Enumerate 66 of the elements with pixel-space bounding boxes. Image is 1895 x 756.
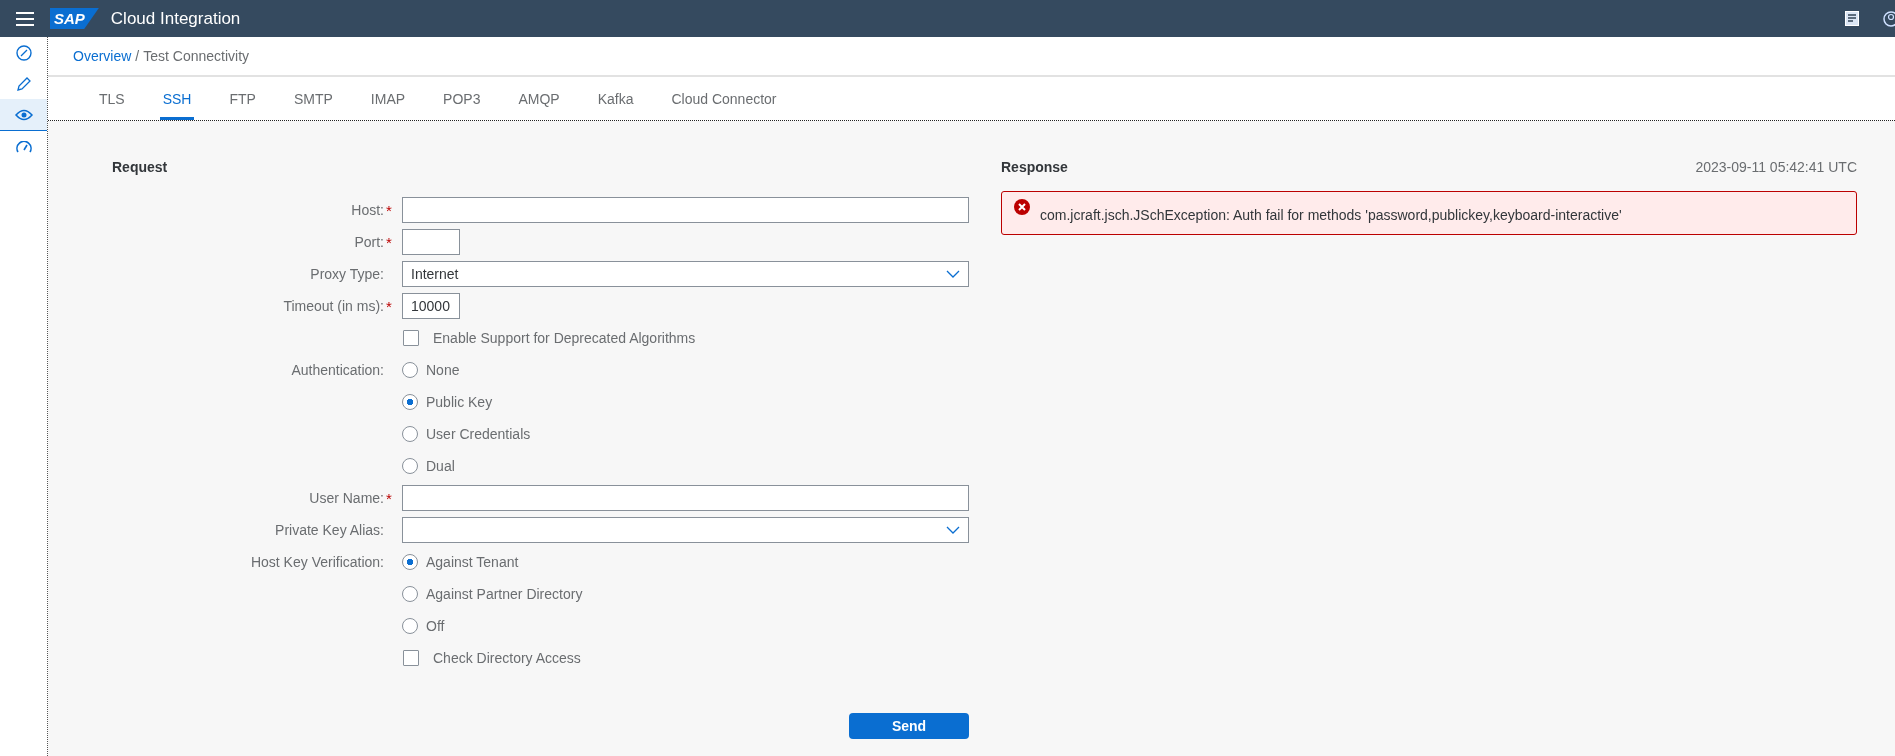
- required-mark: *: [386, 489, 393, 507]
- radio-label: Against Tenant: [426, 554, 519, 570]
- radio-label: Dual: [426, 458, 455, 474]
- section-heading: Request: [112, 159, 169, 175]
- chevron-down-icon: [946, 270, 960, 278]
- pencil-icon: [15, 75, 32, 92]
- radio-button[interactable]: [402, 394, 418, 410]
- checkbox[interactable]: [403, 650, 419, 666]
- radio-label: User Credentials: [426, 426, 531, 442]
- radio-button[interactable]: [402, 362, 418, 378]
- document-icon[interactable]: [1845, 11, 1859, 26]
- checkbox-label: Check Directory Access: [433, 650, 581, 666]
- input-field[interactable]: [402, 197, 969, 223]
- tab[interactable]: TLS: [96, 77, 128, 120]
- radio-label: Off: [426, 618, 445, 634]
- tab[interactable]: SSH: [159, 77, 195, 120]
- required-mark: *: [386, 201, 393, 219]
- radio-label: Public Key: [426, 394, 493, 410]
- input-field[interactable]: 10000: [402, 293, 460, 319]
- input-field[interactable]: [402, 485, 969, 511]
- breadcrumb-separator: /: [135, 48, 140, 64]
- field-label: Authentication:: [291, 362, 384, 378]
- chevron-down-icon: [946, 526, 960, 534]
- user-icon[interactable]: [1883, 10, 1895, 27]
- tab[interactable]: Kafka: [594, 77, 637, 120]
- required-mark: *: [386, 297, 393, 315]
- tab[interactable]: FTP: [226, 77, 259, 120]
- radio-button[interactable]: [402, 426, 418, 442]
- field-label: Host:: [351, 202, 384, 218]
- sidebar-item[interactable]: [0, 99, 47, 131]
- app-title: Cloud Integration: [110, 8, 241, 29]
- menu-icon[interactable]: [16, 11, 34, 26]
- radio-button[interactable]: [402, 586, 418, 602]
- error-icon: [1014, 199, 1030, 215]
- breadcrumb-current: Test Connectivity: [143, 48, 250, 64]
- tab[interactable]: AMQP: [515, 77, 563, 120]
- dropdown-field[interactable]: Internet: [402, 261, 969, 287]
- section-heading: Response: [1001, 159, 1068, 175]
- message-text: com.jcraft.jsch.JSchException: Auth fail for methods 'password,publickey,keyboard-interactive': [1040, 207, 1622, 223]
- tab[interactable]: Cloud Connector: [668, 77, 780, 120]
- field-label: Timeout (in ms):: [283, 298, 384, 314]
- timestamp: 2023-09-11 05:42:41 UTC: [1695, 159, 1857, 175]
- radio-label: None: [426, 362, 460, 378]
- field-label: Host Key Verification:: [250, 554, 384, 570]
- radio-label: Against Partner Directory: [426, 586, 583, 602]
- send-button[interactable]: Send: [849, 713, 969, 739]
- tab[interactable]: SMTP: [290, 77, 336, 120]
- input-field[interactable]: [402, 229, 460, 255]
- checkbox[interactable]: [403, 330, 419, 346]
- radio-button[interactable]: [402, 458, 418, 474]
- field-label: User Name:: [309, 490, 384, 506]
- radio-button[interactable]: [402, 554, 418, 570]
- dropdown-field[interactable]: [402, 517, 969, 543]
- tab[interactable]: IMAP: [367, 77, 409, 120]
- tab[interactable]: POP3: [440, 77, 484, 120]
- compass-icon: [15, 44, 32, 61]
- radio-button[interactable]: [402, 618, 418, 634]
- field-label: Port:: [354, 234, 384, 250]
- required-mark: *: [386, 233, 393, 251]
- field-label: Proxy Type:: [310, 266, 384, 282]
- checkbox-label: Enable Support for Deprecated Algorithms: [433, 330, 696, 346]
- breadcrumb-link[interactable]: Overview: [73, 48, 132, 64]
- field-label: Private Key Alias:: [275, 522, 384, 538]
- gauge-icon: [15, 140, 32, 153]
- eye-icon: [14, 108, 33, 121]
- logo[interactable]: SAP: [50, 8, 99, 29]
